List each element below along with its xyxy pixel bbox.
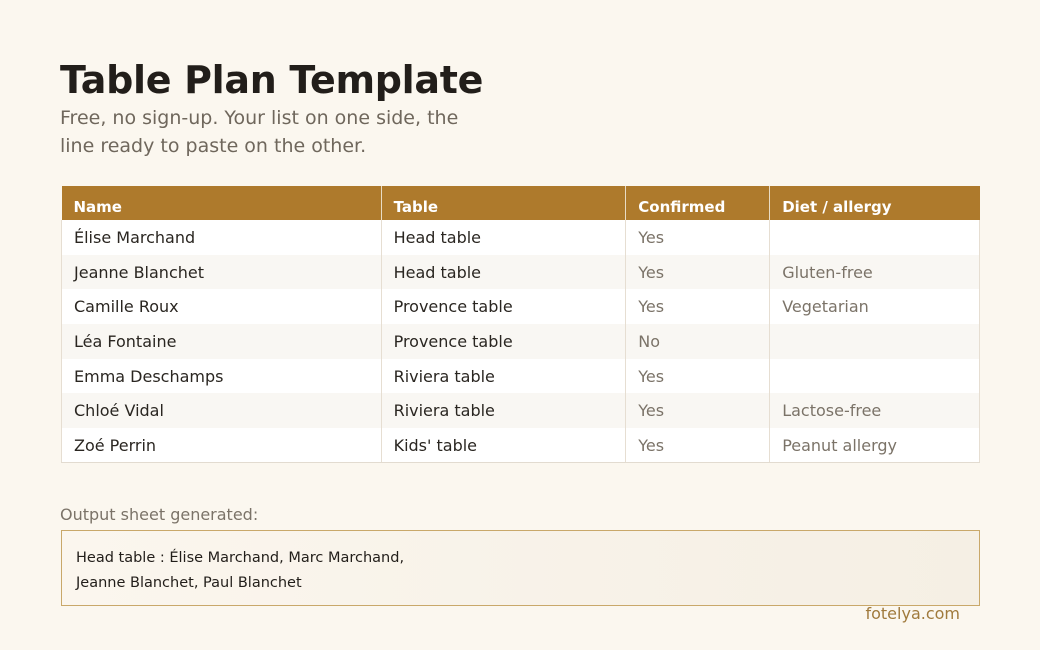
table-row: Chloé Vidal Riviera table Yes Lactose-fr… (61, 393, 980, 429)
cell-name[interactable]: Emma Deschamps (61, 358, 382, 394)
cell-name[interactable]: Jeanne Blanchet (61, 254, 382, 290)
cell-table[interactable]: Head table (381, 220, 627, 255)
cell-name[interactable]: Zoé Perrin (61, 428, 382, 464)
cell-confirmed[interactable]: Yes (625, 220, 771, 255)
column-header-table[interactable]: Table (381, 186, 627, 220)
cell-table[interactable]: Riviera table (381, 393, 627, 429)
cell-name[interactable]: Camille Roux (61, 289, 382, 325)
table-row: Zoé Perrin Kids' table Yes Peanut allerg… (61, 428, 980, 464)
cell-table[interactable]: Provence table (381, 324, 627, 359)
column-header-confirmed[interactable]: Confirmed (625, 186, 771, 220)
column-header-name[interactable]: Name (61, 186, 382, 220)
cell-diet[interactable]: Lactose-free (769, 393, 980, 429)
cell-table[interactable]: Kids' table (381, 428, 627, 464)
page-subtitle: Free, no sign-up. Your list on one side,… (60, 107, 459, 157)
cell-confirmed[interactable]: Yes (625, 254, 771, 290)
output-line: Jeanne Blanchet, Paul Blanchet (76, 574, 302, 591)
cell-table[interactable]: Head table (381, 254, 627, 290)
cell-diet[interactable]: Vegetarian (769, 289, 980, 325)
table-row: Jeanne Blanchet Head table Yes Gluten-fr… (61, 254, 980, 290)
cell-diet[interactable] (769, 220, 980, 255)
table-row: Léa Fontaine Provence table No (61, 324, 980, 359)
cell-diet[interactable]: Gluten-free (769, 254, 980, 290)
output-label: Output sheet generated: (60, 505, 259, 524)
cell-confirmed[interactable]: Yes (625, 358, 771, 394)
table-header-row: Name Table Confirmed Diet / allergy (61, 186, 980, 220)
cell-confirmed[interactable]: Yes (625, 393, 771, 429)
cell-name[interactable]: Chloé Vidal (61, 393, 382, 429)
cell-confirmed[interactable]: Yes (625, 289, 771, 325)
brand-footer[interactable]: fotelya.com (865, 604, 960, 623)
output-line: Head table : Élise Marchand, Marc Marcha… (76, 550, 405, 566)
table-row: Emma Deschamps Riviera table Yes (61, 358, 980, 394)
page-title: Table Plan Template (60, 58, 484, 102)
cell-confirmed[interactable]: No (625, 324, 771, 359)
cell-diet[interactable]: Peanut allergy (769, 428, 980, 464)
table-row: Élise Marchand Head table Yes (61, 220, 980, 255)
output-box[interactable]: Head table : Élise Marchand, Marc Marcha… (61, 530, 980, 606)
cell-diet[interactable] (769, 324, 980, 359)
guest-table: Name Table Confirmed Diet / allergy Élis… (61, 186, 980, 464)
cell-table[interactable]: Provence table (381, 289, 627, 325)
cell-name[interactable]: Léa Fontaine (61, 324, 382, 359)
column-header-diet[interactable]: Diet / allergy (769, 186, 980, 220)
cell-confirmed[interactable]: Yes (625, 428, 771, 464)
table-row: Camille Roux Provence table Yes Vegetari… (61, 289, 980, 325)
cell-name[interactable]: Élise Marchand (61, 220, 382, 255)
cell-diet[interactable] (769, 358, 980, 394)
cell-table[interactable]: Riviera table (381, 358, 627, 394)
